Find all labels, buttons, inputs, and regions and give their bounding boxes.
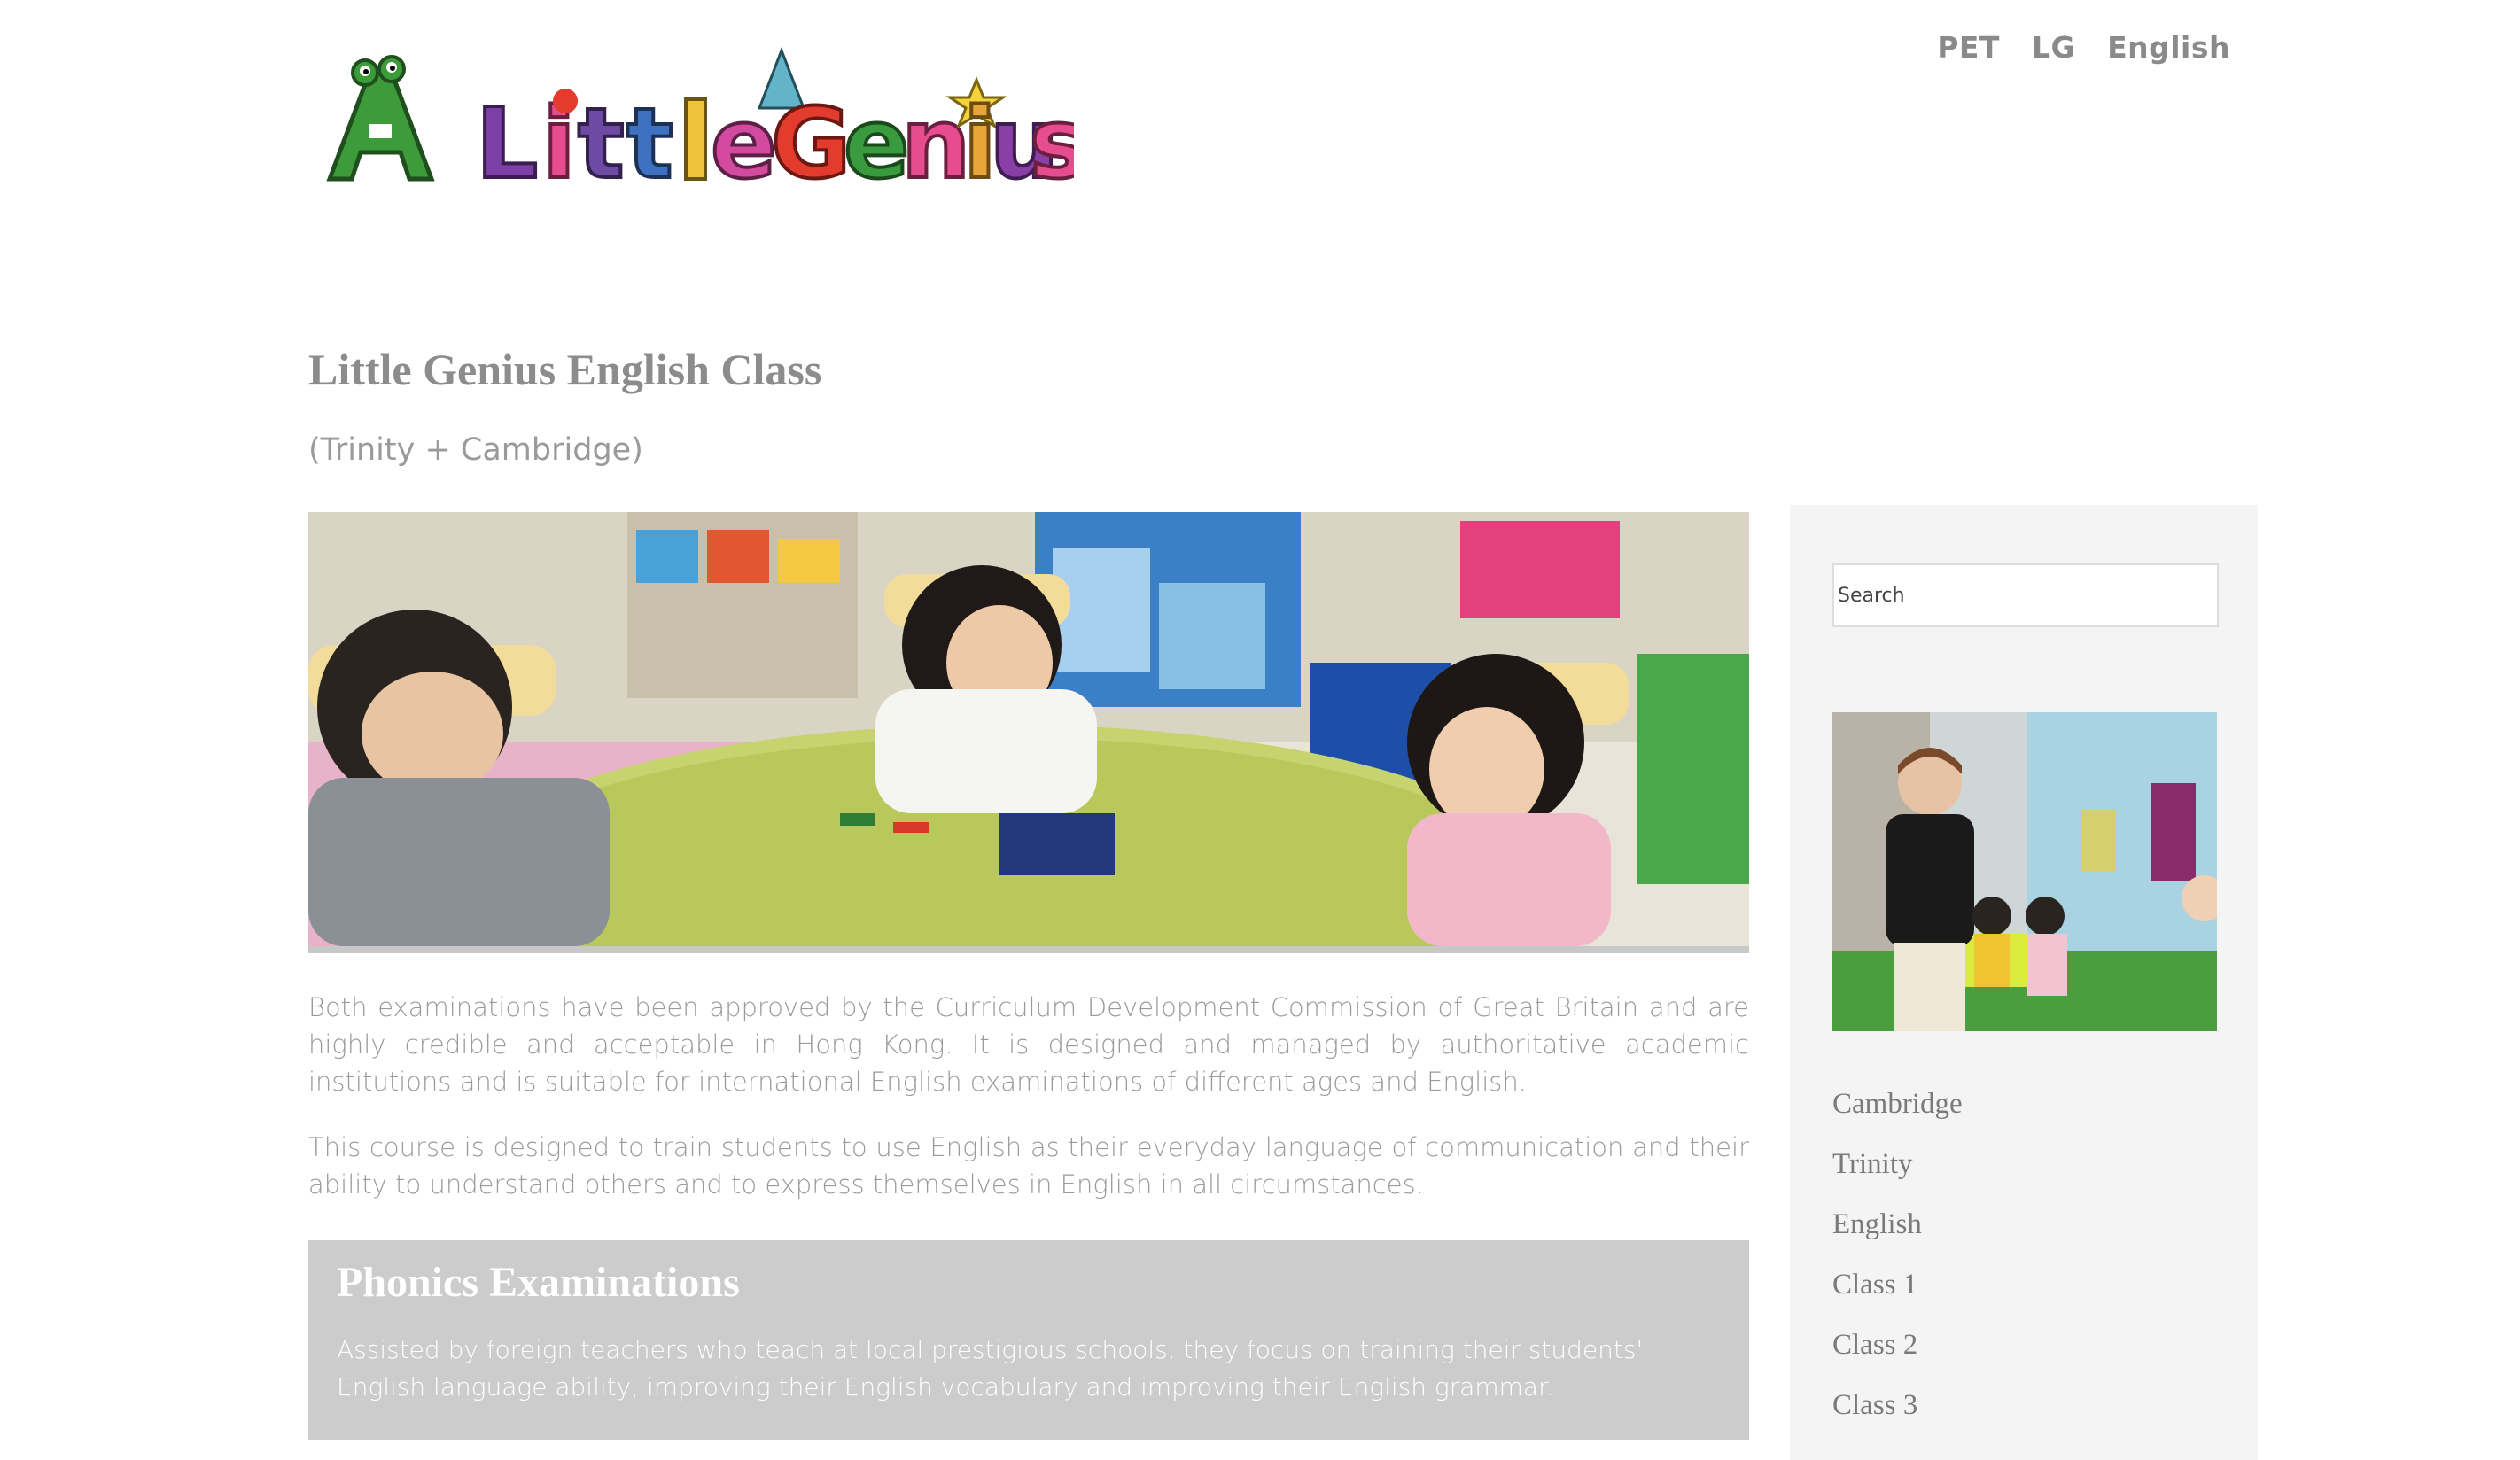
svg-text:G: G [771, 87, 851, 197]
sidebar-item-trinity[interactable]: Trinity [1832, 1134, 1963, 1194]
page-title: Little Genius English Class [308, 345, 822, 394]
intro-paragraph: Both examinations have been approved by … [308, 992, 1749, 1097]
phonics-title: Phonics Examinations [337, 1259, 740, 1306]
hero-classroom-photo [308, 512, 1749, 953]
main-content: Both examinations have been approved by … [308, 512, 1749, 1440]
phonics-section: Phonics Examinations Assisted by foreign… [308, 1240, 1749, 1440]
sidebar-item-class-2[interactable]: Class 2 [1832, 1315, 1963, 1375]
sidebar-item-class-1[interactable]: Class 1 [1832, 1254, 1963, 1315]
course-paragraph: This course is designed to train student… [308, 1132, 1749, 1200]
sidebar-menu: Cambridge Trinity English Class 1 Class … [1832, 1074, 1963, 1435]
top-nav: PET LG English [1937, 30, 2230, 65]
phonics-text: Assisted by foreign teachers who teach a… [337, 1335, 1644, 1402]
nav-item-english[interactable]: English [2107, 30, 2230, 65]
logo-letter-a [326, 55, 435, 182]
nav-item-pet[interactable]: PET [1937, 30, 2000, 65]
sidebar-item-english[interactable]: English [1832, 1194, 1963, 1254]
site-logo[interactable]: L i t t e G e n i u s [321, 46, 1074, 197]
sidebar-item-class-3[interactable]: Class 3 [1832, 1375, 1963, 1435]
svg-text:t: t [626, 87, 673, 197]
teacher-photo [1832, 712, 2217, 1031]
sidebar: Cambridge Trinity English Class 1 Class … [1790, 505, 2258, 1460]
svg-text:e: e [844, 87, 910, 197]
logo-word-little: L i t t e [474, 85, 779, 197]
svg-text:L: L [476, 87, 538, 197]
svg-text:t: t [578, 87, 625, 197]
sidebar-item-cambridge[interactable]: Cambridge [1832, 1074, 1963, 1134]
svg-text:s: s [1030, 87, 1074, 197]
page-subtitle: (Trinity + Cambridge) [308, 432, 643, 468]
nav-item-lg[interactable]: LG [2032, 30, 2075, 65]
search-input[interactable] [1832, 563, 2219, 627]
logo-word-genius: G e n i u s [757, 46, 1074, 197]
